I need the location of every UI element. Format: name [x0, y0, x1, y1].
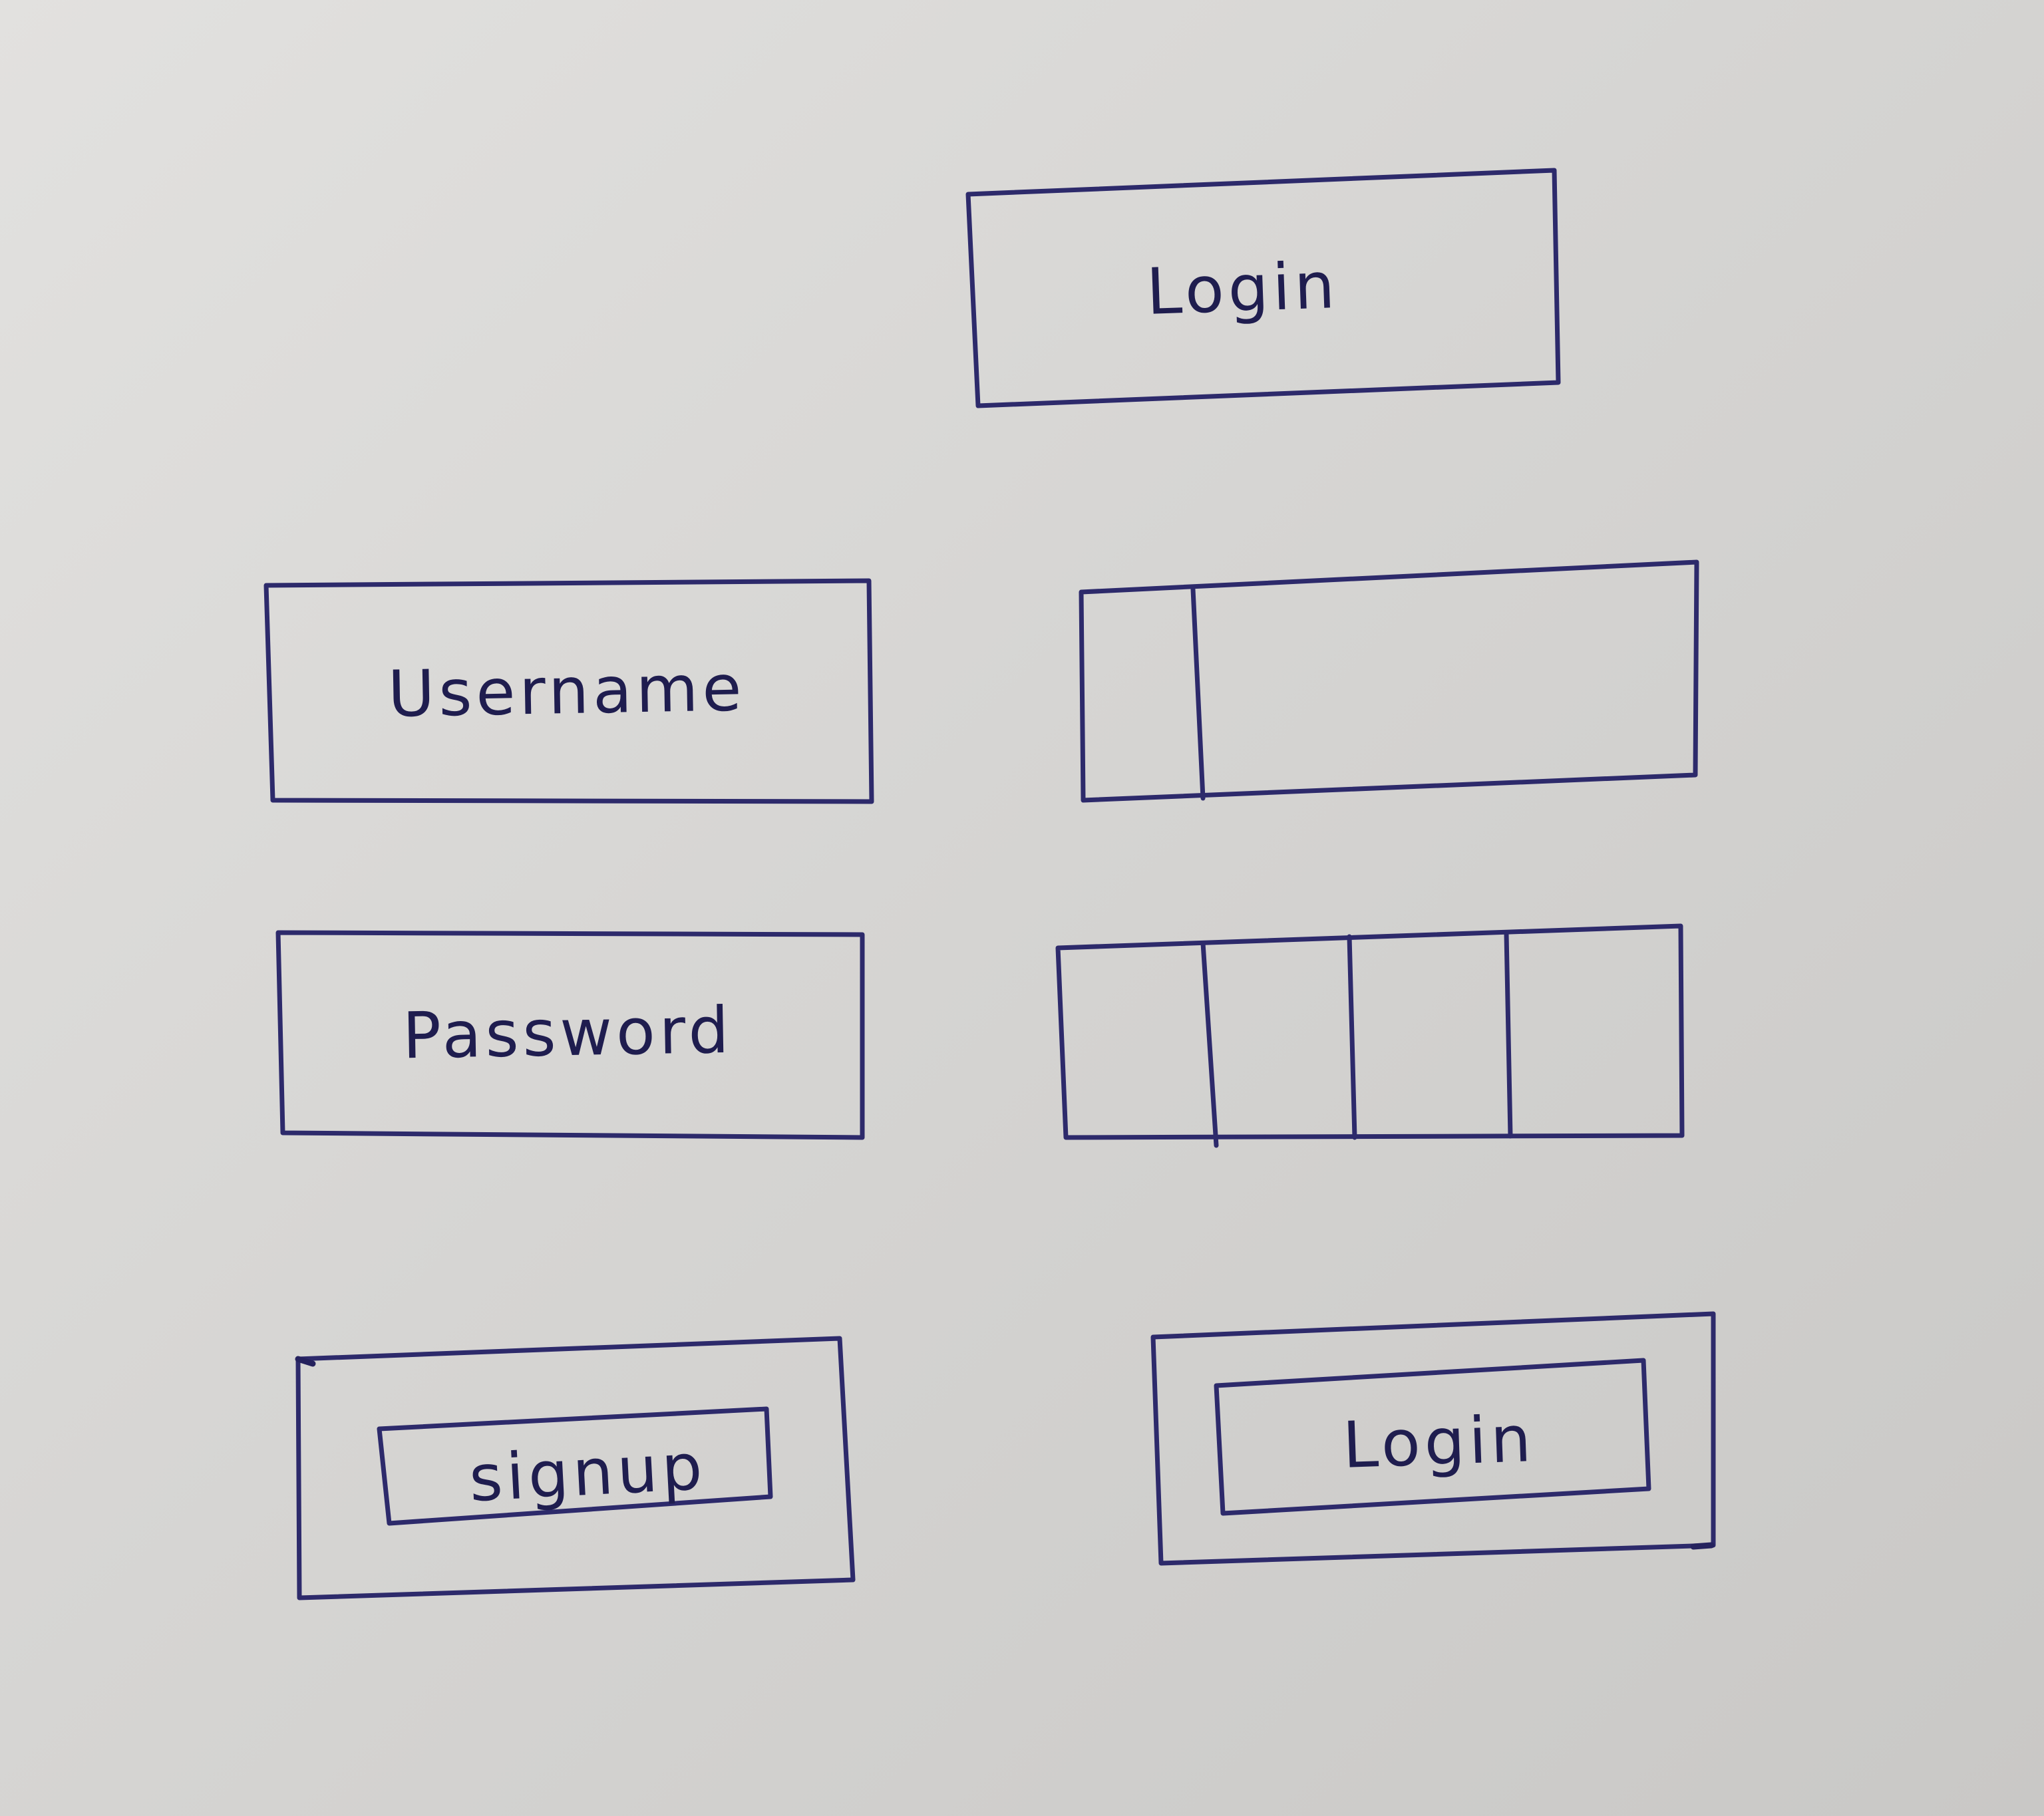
password-input-divider-1 — [1200, 941, 1219, 1148]
username-input[interactable] — [1079, 559, 1699, 803]
password-label: Password — [402, 992, 734, 1074]
login-container-corner-mark — [1690, 1542, 1715, 1550]
signup-button-label: signup — [467, 1429, 708, 1517]
username-input-divider — [1190, 587, 1206, 801]
username-label: Username — [387, 651, 747, 732]
page-title: Login — [1145, 247, 1340, 330]
password-input-divider-2 — [1347, 934, 1357, 1140]
login-button-label: Login — [1341, 1401, 1536, 1483]
password-input[interactable] — [1055, 923, 1685, 1140]
wireframe-sketch — [263, 168, 1716, 1600]
password-input-divider-3 — [1504, 931, 1513, 1139]
